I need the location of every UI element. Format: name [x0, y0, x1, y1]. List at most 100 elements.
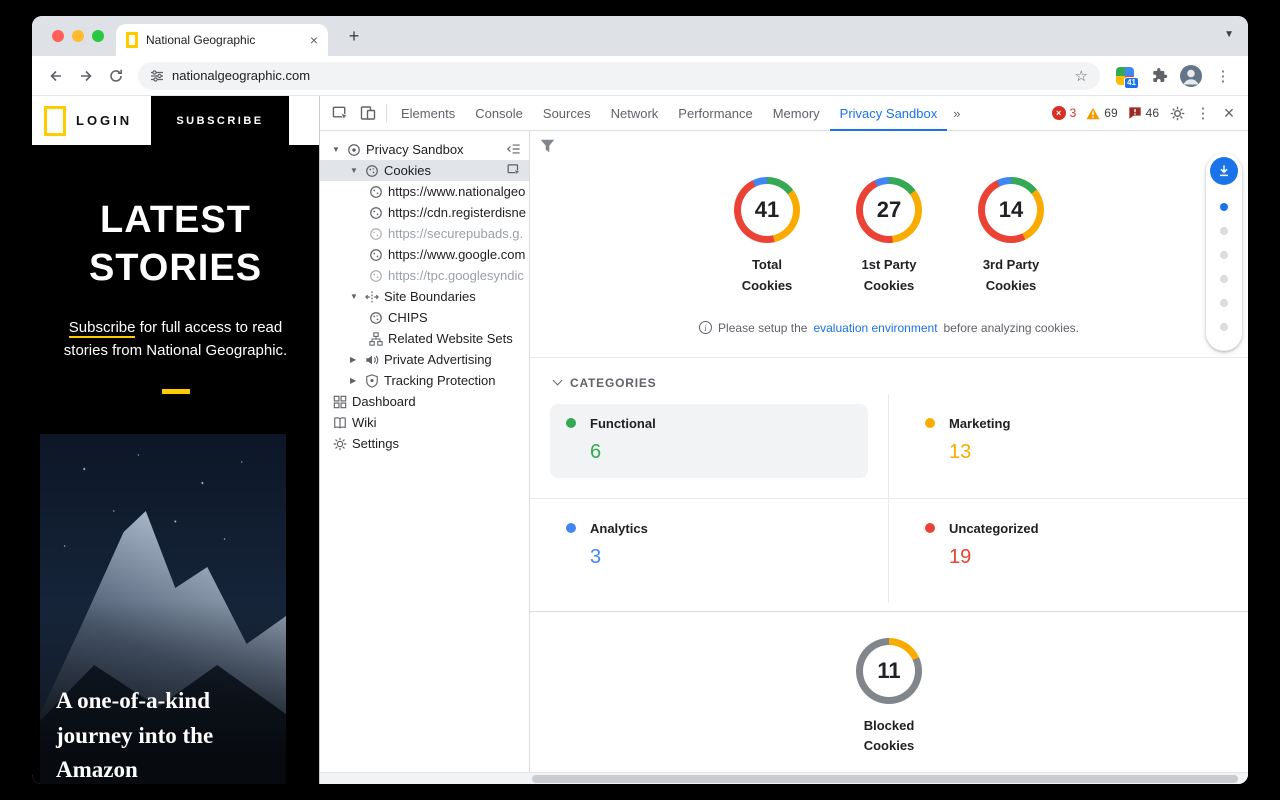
- cookie-icon: [368, 226, 383, 241]
- tree-item-privacy-sandbox[interactable]: ▼ Privacy Sandbox: [320, 139, 529, 160]
- browser-menu-button[interactable]: ⋮: [1210, 63, 1236, 89]
- profile-avatar[interactable]: [1178, 63, 1204, 89]
- device-toolbar-button[interactable]: [354, 105, 382, 121]
- warning-icon: [1086, 107, 1100, 120]
- cookies-overview-panel: 41 Total Cookies 27: [530, 131, 1248, 784]
- blocked-cookies-section: 11 Blocked Cookies: [530, 638, 1248, 758]
- tab-performance[interactable]: Performance: [668, 96, 762, 131]
- donut-chart: 11: [856, 638, 922, 704]
- donut-first-party-cookies: 27 1st Party Cookies: [856, 177, 922, 297]
- book-icon: [332, 415, 347, 430]
- tab-strip: National Geographic × + ▼: [32, 16, 1248, 56]
- devtools-toolbar: Elements Console Sources Network Perform…: [320, 96, 1248, 131]
- category-cell-marketing[interactable]: Marketing 13: [889, 394, 1248, 499]
- issues-count: 46: [1146, 106, 1159, 120]
- close-window-button[interactable]: [52, 30, 64, 42]
- tree-item-tracking-protection[interactable]: ▶ Tracking Protection: [320, 370, 529, 391]
- inspect-element-button[interactable]: [326, 105, 354, 121]
- donut-total-cookies: 41 Total Cookies: [734, 177, 800, 297]
- maximize-window-button[interactable]: [92, 30, 104, 42]
- tree-item-cookie-origin[interactable]: https://www.nationalgeo: [320, 181, 529, 202]
- donut-third-party-cookies: 14 3rd Party Cookies: [978, 177, 1044, 297]
- tree-item-cookie-origin[interactable]: https://tpc.googlesyndic: [320, 265, 529, 286]
- tree-item-cookie-origin[interactable]: https://cdn.registerdisne: [320, 202, 529, 223]
- tree-item-cookie-origin[interactable]: https://securepubads.g.: [320, 223, 529, 244]
- natgeo-page: LOGIN SUBSCRIBE LATEST STORIES Subscribe…: [32, 96, 319, 784]
- forward-button[interactable]: [72, 62, 100, 90]
- section-dot[interactable]: [1220, 251, 1228, 259]
- tree-item-dashboard[interactable]: Dashboard: [320, 391, 529, 412]
- browser-tab[interactable]: National Geographic ×: [116, 24, 328, 56]
- hero-caption[interactable]: A one-of-a-kind journey into the Amazon: [56, 684, 272, 784]
- tree-item-site-boundaries[interactable]: ▼ Site Boundaries: [320, 286, 529, 307]
- privacy-sandbox-extension-icon[interactable]: 41: [1116, 67, 1134, 85]
- chevron-right-icon[interactable]: ▶: [350, 376, 364, 385]
- tree-item-chips[interactable]: CHIPS: [320, 307, 529, 328]
- bookmark-star-icon[interactable]: ☆: [1075, 67, 1088, 85]
- tab-sources[interactable]: Sources: [533, 96, 601, 131]
- category-cell-uncategorized[interactable]: Uncategorized 19: [889, 499, 1248, 603]
- section-dot[interactable]: [1220, 227, 1228, 235]
- chevron-down-icon[interactable]: ▼: [350, 292, 364, 301]
- devtools-settings-button[interactable]: [1164, 106, 1190, 121]
- category-cell-functional[interactable]: Functional 6: [530, 394, 889, 499]
- category-label: Analytics: [590, 521, 648, 536]
- section-dot[interactable]: [1220, 299, 1228, 307]
- devtools-menu-button[interactable]: ⋮: [1190, 104, 1216, 122]
- horizontal-scrollbar[interactable]: [320, 772, 1248, 784]
- tab-elements[interactable]: Elements: [391, 96, 465, 131]
- tab-search-chevron-icon[interactable]: ▼: [1224, 29, 1234, 40]
- chevron-down-icon[interactable]: ▼: [332, 145, 346, 154]
- warning-badge[interactable]: 69: [1086, 106, 1117, 120]
- scrollbar-thumb[interactable]: [532, 775, 1238, 783]
- site-settings-icon[interactable]: [150, 69, 164, 83]
- devtools-close-button[interactable]: ×: [1216, 104, 1242, 122]
- download-report-button[interactable]: [1210, 157, 1238, 185]
- tab-privacy-sandbox[interactable]: Privacy Sandbox: [830, 96, 948, 131]
- dashboard-icon: [332, 394, 347, 409]
- evaluation-environment-link[interactable]: evaluation environment: [813, 321, 937, 335]
- tree-item-related-website-sets[interactable]: Related Website Sets: [320, 328, 529, 349]
- tab-close-icon[interactable]: ×: [310, 33, 318, 47]
- more-tabs-button[interactable]: »: [947, 106, 966, 121]
- login-link[interactable]: LOGIN: [76, 113, 132, 128]
- setup-note: i Please setup the evaluation environmen…: [530, 321, 1248, 335]
- chevron-down-icon[interactable]: [553, 376, 563, 386]
- issues-badge[interactable]: 46: [1128, 106, 1159, 120]
- categories-grid: Functional 6 Marketing 1: [530, 394, 1248, 603]
- browser-toolbar: nationalgeographic.com ☆ 41 ⋮: [32, 56, 1248, 96]
- category-cell-analytics[interactable]: Analytics 3: [530, 499, 889, 603]
- chevron-down-icon[interactable]: ▼: [350, 166, 364, 175]
- tree-item-wiki[interactable]: Wiki: [320, 412, 529, 433]
- tree-item-cookie-origin[interactable]: https://www.google.com: [320, 244, 529, 265]
- chevron-right-icon[interactable]: ▶: [350, 355, 364, 364]
- tree-item-cookies[interactable]: ▼ Cookies: [320, 160, 529, 181]
- functional-dot-icon: [566, 418, 576, 428]
- donut-label: 1st Party Cookies: [862, 255, 917, 297]
- reload-button[interactable]: [102, 62, 130, 90]
- tree-item-label: Settings: [352, 436, 399, 451]
- section-dot-active[interactable]: [1220, 203, 1228, 211]
- error-badge[interactable]: × 3: [1052, 106, 1077, 120]
- natgeo-logo-icon[interactable]: [44, 106, 66, 136]
- address-bar[interactable]: nationalgeographic.com ☆: [138, 62, 1100, 90]
- back-button[interactable]: [42, 62, 70, 90]
- tab-network[interactable]: Network: [601, 96, 669, 131]
- tree-item-settings[interactable]: Settings: [320, 433, 529, 454]
- categories-header[interactable]: CATEGORIES: [530, 358, 1248, 394]
- filter-button[interactable]: [540, 139, 555, 158]
- subscribe-inline-link[interactable]: Subscribe: [69, 319, 136, 338]
- subscribe-button[interactable]: SUBSCRIBE: [151, 96, 289, 145]
- tree-item-private-advertising[interactable]: ▶ Private Advertising: [320, 349, 529, 370]
- minimize-window-button[interactable]: [72, 30, 84, 42]
- extensions-button[interactable]: [1146, 63, 1172, 89]
- tab-console[interactable]: Console: [465, 96, 533, 131]
- category-value: 19: [949, 546, 1212, 569]
- section-dot[interactable]: [1220, 275, 1228, 283]
- collapse-sidebar-icon[interactable]: [506, 142, 521, 159]
- section-dot[interactable]: [1220, 323, 1228, 331]
- new-tab-button[interactable]: +: [342, 25, 366, 49]
- url-text[interactable]: nationalgeographic.com: [172, 68, 1067, 83]
- inspect-icon[interactable]: [507, 163, 521, 179]
- tab-memory[interactable]: Memory: [763, 96, 830, 131]
